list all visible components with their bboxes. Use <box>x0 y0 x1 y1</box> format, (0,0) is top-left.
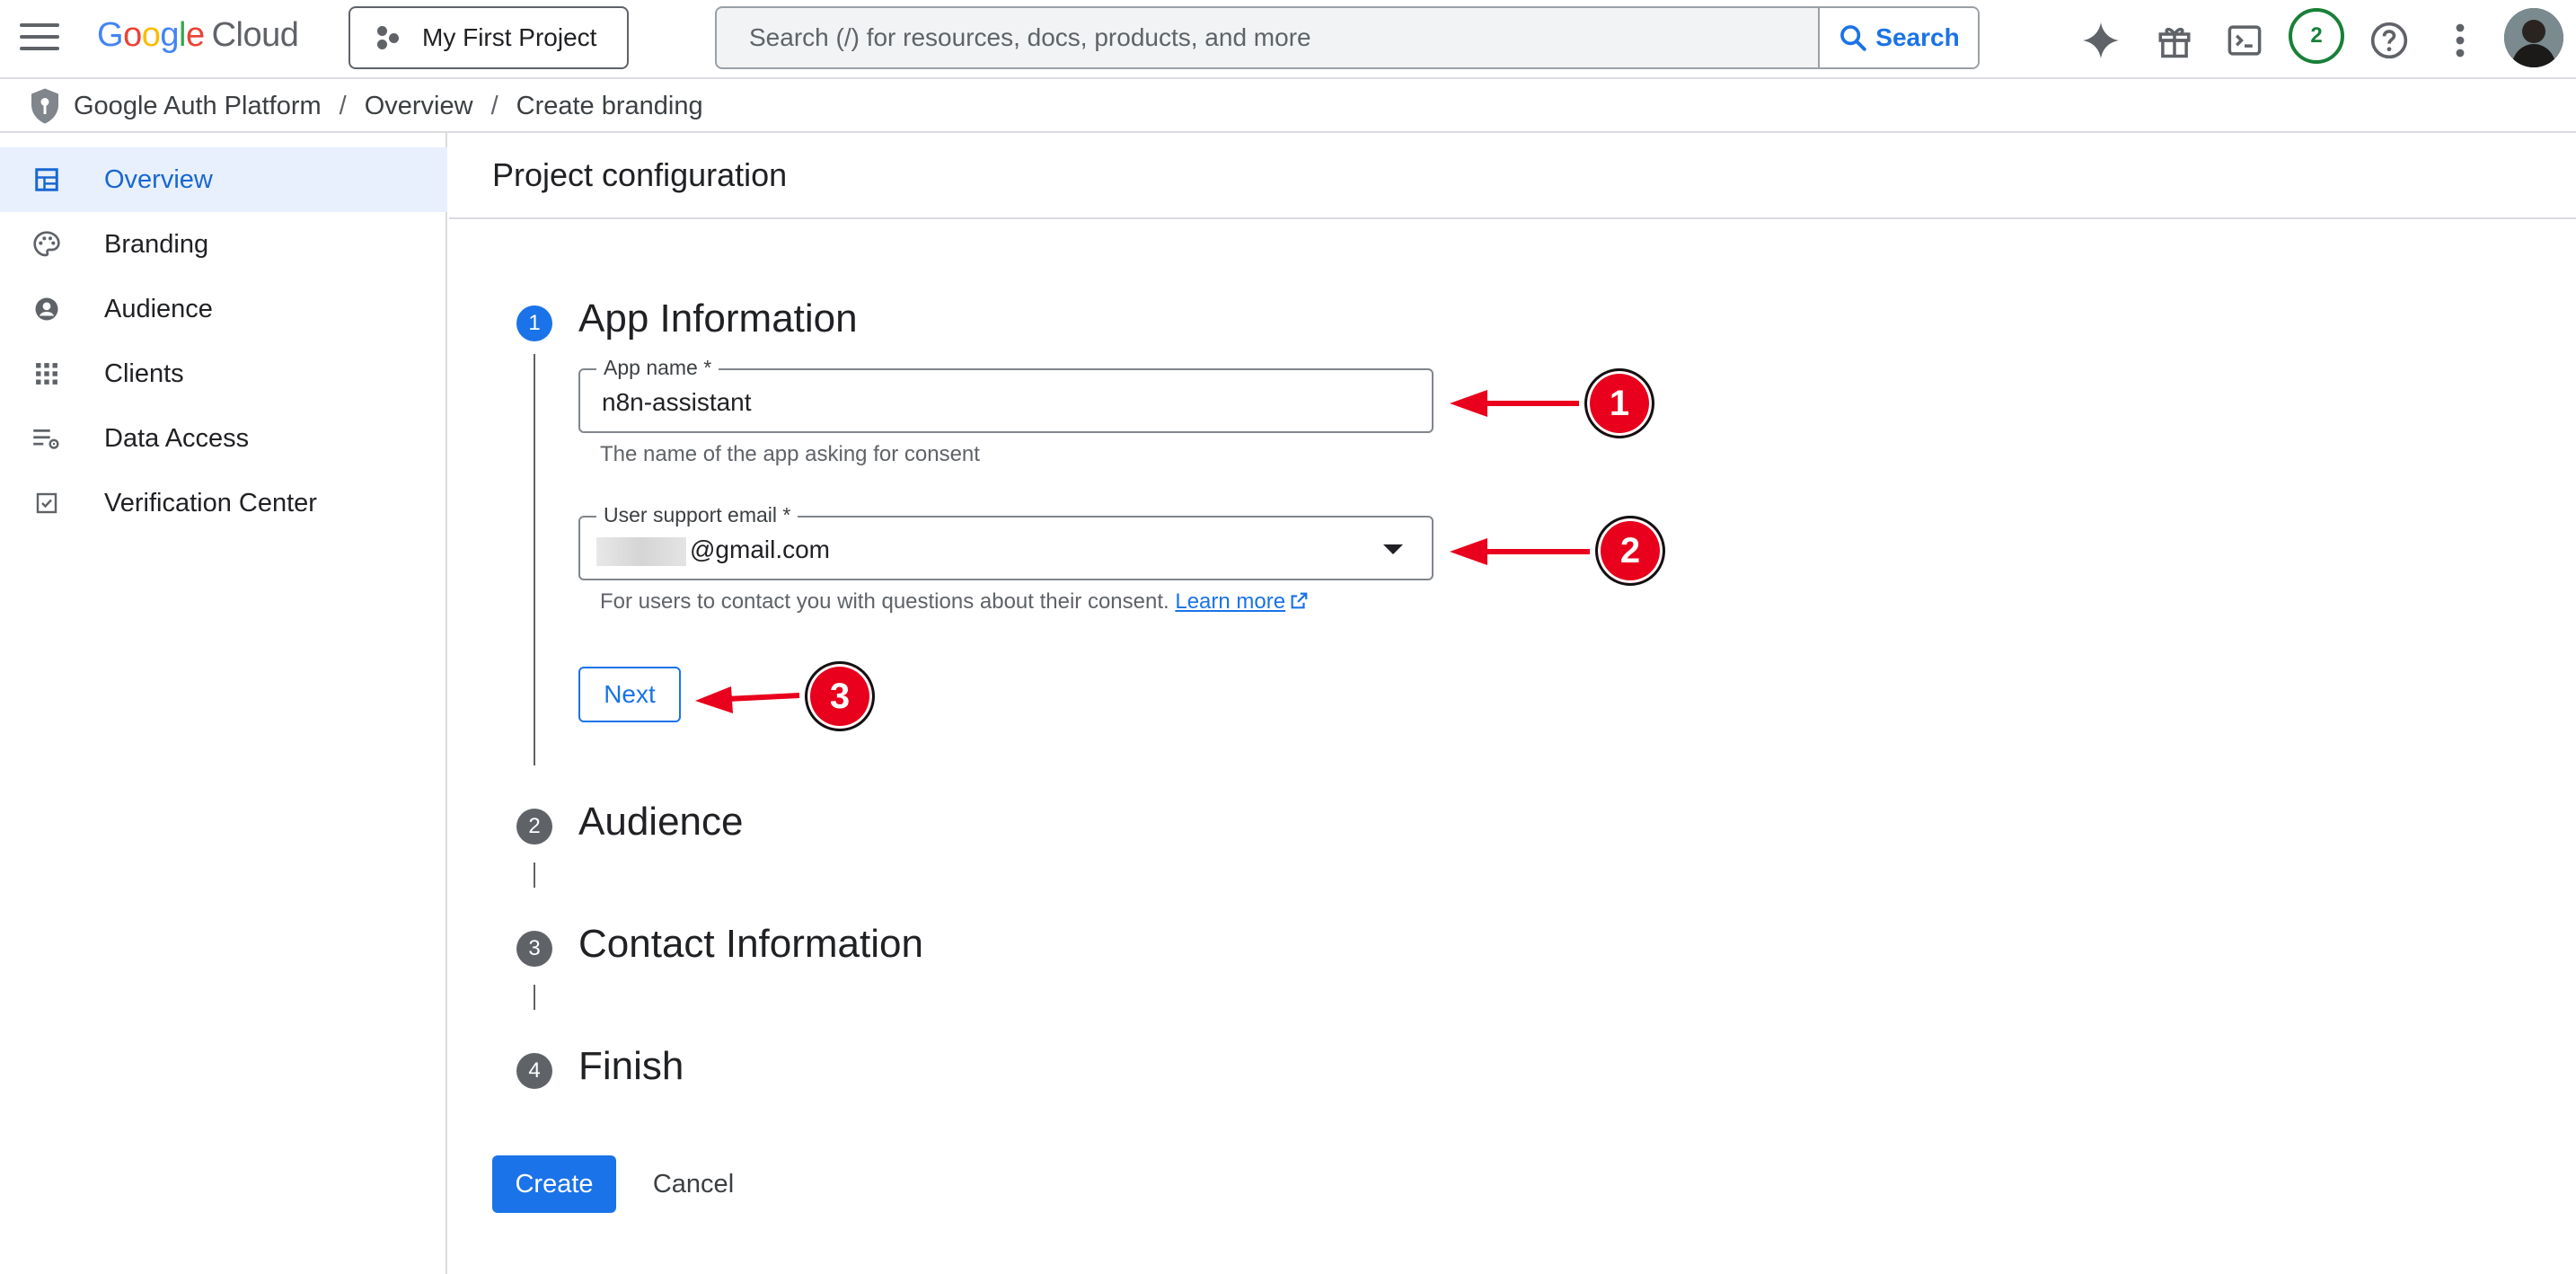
annotation-arrow-2 <box>1450 538 1590 565</box>
search-bar: Search <box>715 6 1980 69</box>
dashboard-icon <box>32 165 61 194</box>
search-input[interactable] <box>717 8 1818 67</box>
sidebar: Overview Branding Audience Clients Data … <box>0 133 447 1274</box>
help-icon[interactable] <box>2367 18 2412 63</box>
step-number-1: 1 <box>516 305 552 341</box>
sidebar-item-overview[interactable]: Overview <box>0 147 447 212</box>
apps-grid-icon <box>32 359 61 388</box>
annotation-badge-2: 2 <box>1595 516 1665 586</box>
annotation-badge-1: 1 <box>1584 368 1654 438</box>
project-name: My First Project <box>422 23 597 51</box>
sidebar-item-label: Verification Center <box>104 488 317 518</box>
annotation-badge-3: 3 <box>805 661 875 731</box>
app-name-label: App name * <box>596 356 719 380</box>
step-connector <box>534 863 535 888</box>
sidebar-item-clients[interactable]: Clients <box>0 341 447 406</box>
step-title-contact-information[interactable]: Contact Information <box>578 922 923 967</box>
step-connector <box>534 985 535 1010</box>
step-title-finish[interactable]: Finish <box>578 1044 684 1089</box>
breadcrumb-current: Create branding <box>516 91 703 120</box>
gemini-sparkle-icon[interactable] <box>2078 18 2123 63</box>
annotation-arrow-1 <box>1450 390 1579 417</box>
page-title: Project configuration <box>492 156 788 193</box>
search-icon <box>1840 25 1867 51</box>
sidebar-item-label: Branding <box>104 229 209 259</box>
title-divider <box>449 217 2576 219</box>
cancel-button[interactable]: Cancel <box>638 1155 749 1213</box>
search-button-label: Search <box>1875 23 1960 51</box>
sidebar-item-data-access[interactable]: Data Access <box>0 406 447 471</box>
create-button[interactable]: Create <box>492 1155 616 1213</box>
step-title-app-information[interactable]: App Information <box>578 296 858 341</box>
sidebar-item-audience[interactable]: Audience <box>0 277 447 341</box>
step-number-2: 2 <box>516 809 552 845</box>
support-email-select[interactable]: User support email * @gmail.com <box>578 503 1434 580</box>
sidebar-item-branding[interactable]: Branding <box>0 212 447 277</box>
support-email-label: User support email * <box>596 503 798 527</box>
step-title-audience[interactable]: Audience <box>578 800 743 845</box>
sidebar-item-label: Data Access <box>104 423 250 453</box>
menu-icon[interactable] <box>20 23 59 56</box>
chevron-down-icon[interactable] <box>1383 544 1403 554</box>
sidebar-item-label: Overview <box>104 164 213 194</box>
google-cloud-logo[interactable]: Google Cloud <box>97 16 299 55</box>
list-settings-icon <box>32 424 61 453</box>
breadcrumb-overview[interactable]: Overview <box>365 92 473 121</box>
app-name-value[interactable]: n8n-assistant <box>602 388 752 417</box>
support-email-hint: For users to contact you with questions … <box>600 589 1309 615</box>
sidebar-item-verification-center[interactable]: Verification Center <box>0 471 447 535</box>
redacted-text <box>596 536 686 566</box>
learn-more-link[interactable]: Learn more <box>1175 589 1309 614</box>
shield-icon <box>31 88 58 124</box>
notifications-badge[interactable]: 2 <box>2289 8 2344 64</box>
account-circle-icon <box>32 295 61 323</box>
palette-icon <box>32 230 61 259</box>
more-vert-icon[interactable] <box>2438 18 2483 63</box>
step-number-3: 3 <box>516 931 552 967</box>
learn-more-label: Learn more <box>1175 589 1286 614</box>
support-email-hint-text: For users to contact you with questions … <box>600 589 1169 614</box>
app-name-hint: The name of the app asking for consent <box>600 442 980 466</box>
support-email-domain: @gmail.com <box>690 535 831 563</box>
step-number-4: 4 <box>516 1053 552 1089</box>
step-connector <box>534 354 535 765</box>
breadcrumb-separator: / <box>339 91 347 120</box>
app-name-field[interactable]: App name * n8n-assistant <box>578 356 1434 433</box>
breadcrumb: Google Auth Platform / Overview / Create… <box>29 86 703 126</box>
cloud-shell-icon[interactable] <box>2222 18 2267 63</box>
support-email-value[interactable]: @gmail.com <box>596 535 830 566</box>
avatar[interactable] <box>2504 8 2563 67</box>
annotation-arrow-3 <box>695 686 800 713</box>
gift-icon[interactable] <box>2152 18 2197 63</box>
project-picker-button[interactable]: My First Project <box>348 6 629 69</box>
open-in-new-icon <box>1291 592 1308 609</box>
breadcrumb-root[interactable]: Google Auth Platform <box>74 92 322 121</box>
breadcrumb-separator: / <box>490 91 498 120</box>
project-dots-icon <box>374 24 401 51</box>
top-bar: GoogleCloud My First Project Search 2 <box>0 0 2576 79</box>
next-button[interactable]: Next <box>578 667 681 722</box>
sidebar-item-label: Audience <box>104 294 213 323</box>
search-button[interactable]: Search <box>1818 8 1978 67</box>
sidebar-item-label: Clients <box>104 358 184 388</box>
check-box-icon <box>32 489 61 518</box>
